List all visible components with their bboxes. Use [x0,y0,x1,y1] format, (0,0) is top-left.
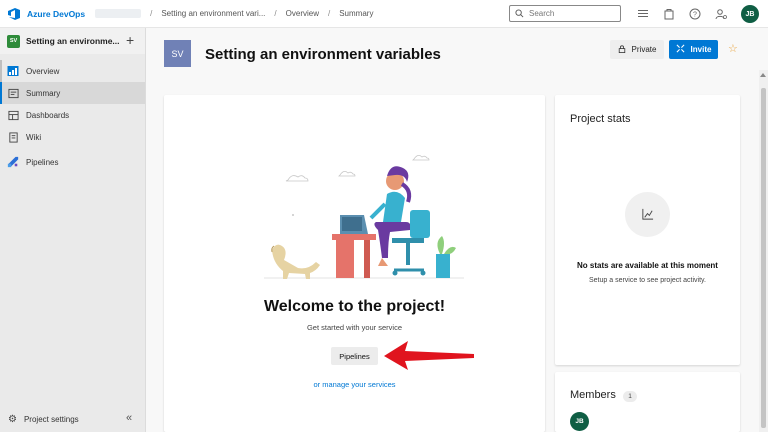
project-avatar-tile: SV [164,40,191,67]
pipelines-button[interactable]: Pipelines [331,347,378,365]
project-settings-label: Project settings [23,414,79,424]
welcome-title: Welcome to the project! [263,298,446,315]
page-scrollbar[interactable] [759,70,768,432]
breadcrumb-project[interactable]: Setting an environment vari... [161,9,265,18]
welcome-card: Welcome to the project! Get started with… [164,95,545,432]
welcome-subtitle: Get started with your service [306,323,403,332]
help-icon[interactable]: ? [689,8,701,20]
organization-name-redacted[interactable] [95,9,142,18]
search-placeholder: Search [529,9,555,18]
welcome-illustration [264,155,464,279]
brand-link[interactable]: Azure DevOps [27,9,85,19]
dashboards-icon [7,109,19,121]
sidebar-item-summary[interactable]: Summary [0,82,145,104]
sidebar-item-overview[interactable]: Overview [0,60,145,82]
sidebar-item-wiki[interactable]: Wiki [0,126,145,148]
breadcrumb-overview[interactable]: Overview [286,9,319,18]
sidebar-item-pipelines[interactable]: Pipelines [0,151,145,173]
svg-text:?: ? [693,12,697,19]
sidebar-item-label: Wiki [26,132,42,142]
page-title: Setting an environment variables [205,46,441,63]
sidebar-item-label: Pipelines [26,157,59,167]
top-bar: Azure DevOps / Setting an environment va… [0,0,768,28]
stats-hint: Setup a service to see project activity. [589,277,706,284]
members-count-badge: 1 [623,391,637,402]
list-icon[interactable] [637,8,649,20]
member-avatar[interactable]: JB [570,412,589,431]
invite-people-icon [676,44,685,55]
wiki-icon [7,131,19,143]
search-icon [515,9,524,18]
red-arrow-annotation-icon [384,341,474,370]
project-settings-link[interactable]: ⚙ Project settings [0,408,146,430]
lock-icon [618,44,626,55]
invite-label: Invite [690,45,712,54]
project-name: Setting an environme... [26,36,120,46]
search-box[interactable]: Search [509,5,621,22]
scroll-up-arrow-icon[interactable] [760,73,766,77]
pipelines-icon [7,156,19,168]
gear-icon: ⚙ [8,413,17,425]
sidebar-item-label: Dashboards [26,110,70,120]
stats-title: Project stats [570,113,631,125]
user-avatar[interactable]: JB [741,5,759,23]
stats-empty-message: No stats are available at this moment [577,261,718,270]
private-label: Private [631,45,657,54]
breadcrumb-summary[interactable]: Summary [339,9,373,18]
scroll-thumb[interactable] [761,88,766,428]
members-card: Members 1 JB [555,372,740,432]
project-selector[interactable]: SV Setting an environme... + [0,28,145,54]
new-plus-icon[interactable]: + [126,32,134,48]
stats-chart-icon [625,192,670,237]
sidebar-item-label: Overview [26,66,60,76]
invite-button[interactable]: Invite [669,40,718,59]
favorite-star-icon[interactable]: ☆ [728,42,738,55]
collapse-sidebar-icon[interactable]: « [126,412,132,424]
azure-devops-logo-icon[interactable] [7,7,21,21]
private-button[interactable]: Private [610,40,664,59]
manage-services-link[interactable]: or manage your services [164,380,545,389]
project-stats-card: Project stats No stats are available at … [555,95,740,365]
user-settings-icon[interactable] [715,8,727,20]
sidebar-item-label: Summary [26,88,61,98]
sidebar-item-dashboards[interactable]: Dashboards [0,104,145,126]
project-badge: SV [7,34,20,48]
overview-icon [7,65,19,77]
summary-icon [7,87,19,99]
sidebar: SV Setting an environme... + Overview Su… [0,28,146,432]
marketplace-bag-icon[interactable] [663,8,675,20]
members-title: Members [570,389,616,401]
